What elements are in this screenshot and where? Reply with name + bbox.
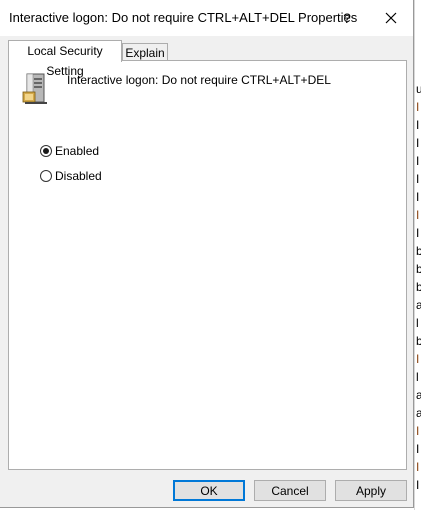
background-row-fragment: l [416,316,419,330]
disabled-radio[interactable] [40,170,52,182]
background-window-strip: uIIIIIIIIbbbalbIlaaIIII [414,0,421,510]
tab-panel-local-security-setting: Interactive logon: Do not require CTRL+A… [8,60,407,470]
background-row-fragment: b [416,262,421,276]
background-row-fragment: a [416,406,421,420]
close-icon [385,12,397,24]
enabled-radio[interactable] [40,145,52,157]
disabled-label: Disabled [55,169,102,183]
background-row-fragment: I [416,424,420,438]
properties-dialog: Interactive logon: Do not require CTRL+A… [0,0,414,508]
background-row-fragment: a [416,388,421,402]
background-row-fragment: I [416,460,420,474]
background-row-fragment: u [416,82,421,96]
background-row-fragment: I [416,352,420,366]
tab-local-security-setting[interactable]: Local Security Setting [8,40,122,78]
radio-selected-dot [43,148,49,154]
background-row-fragment: I [416,208,420,222]
background-row-fragment: b [416,244,421,258]
title-bar: Interactive logon: Do not require CTRL+A… [0,0,413,36]
background-row-fragment: b [416,334,421,348]
background-row-fragment: I [416,118,420,132]
policy-name-label: Interactive logon: Do not require CTRL+A… [67,73,331,87]
close-button[interactable] [371,2,411,34]
background-row-fragment: I [416,478,420,492]
cancel-button[interactable]: Cancel [254,480,326,501]
background-row-fragment: I [416,190,420,204]
enabled-radio-option[interactable]: Enabled [40,144,99,158]
background-row-fragment: I [416,172,420,186]
dialog-title: Interactive logon: Do not require CTRL+A… [9,10,358,25]
ok-button[interactable]: OK [173,480,245,501]
background-row-fragment: I [416,100,420,114]
apply-button[interactable]: Apply [335,480,407,501]
disabled-radio-option[interactable]: Disabled [40,169,102,183]
background-row-fragment: I [416,226,420,240]
background-row-fragment: l [416,370,419,384]
enabled-label: Enabled [55,144,100,158]
background-row-fragment: I [416,154,420,168]
background-row-fragment: b [416,280,421,294]
help-button[interactable]: ? [332,2,362,34]
tab-explain[interactable]: Explain [122,43,168,61]
background-row-fragment: I [416,442,420,456]
background-row-fragment: I [416,136,420,150]
background-row-fragment: a [416,298,421,312]
